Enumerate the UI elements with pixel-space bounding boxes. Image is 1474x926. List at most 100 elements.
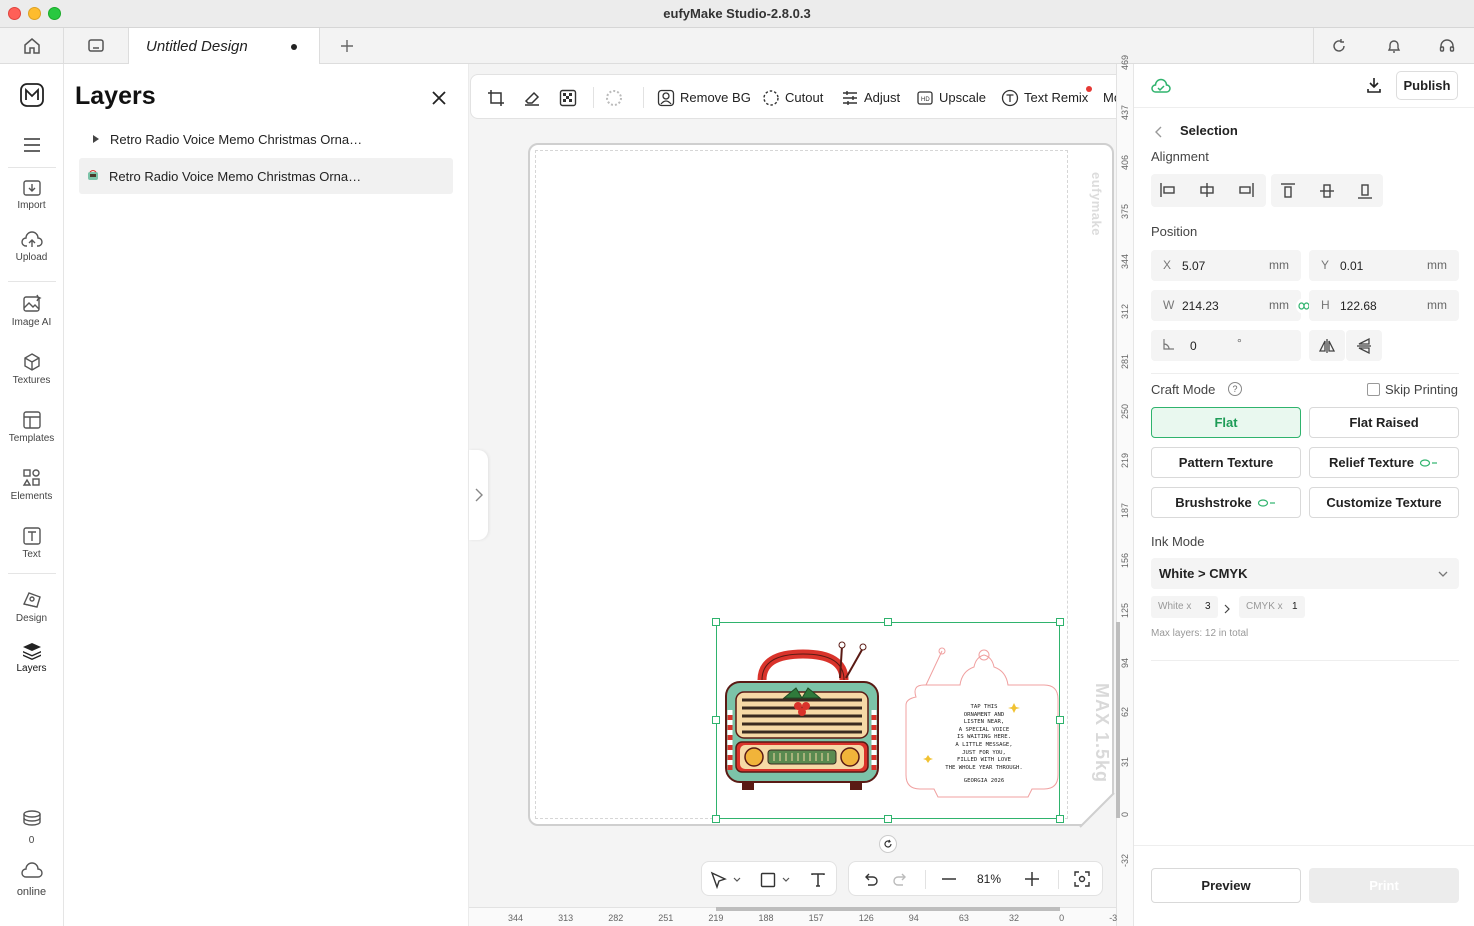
coin-badge-icon [1419,458,1437,467]
width-field[interactable]: W 214.23 mm [1151,290,1301,321]
sidebar-item-import[interactable]: Import [0,179,63,211]
align-left-button[interactable] [1159,182,1177,203]
ruler-scroll-thumb[interactable] [716,907,1060,911]
resize-handle-tr[interactable] [1056,618,1064,626]
sidebar-item-text[interactable]: Text [0,526,63,560]
zoom-in-button[interactable] [1024,870,1044,890]
ruler-scroll-thumb[interactable] [1116,622,1120,818]
x-label: X [1163,258,1172,272]
ruler-tick-label: 157 [808,913,824,923]
ruler-tick-label: 375 [1120,204,1130,220]
cutout-button[interactable]: Cutout [762,75,823,118]
adjust-button[interactable]: Adjust [841,75,900,118]
new-tab-icon[interactable] [335,34,359,58]
mode-flat-button[interactable]: Flat [1151,407,1301,438]
align-bottom-button[interactable] [1357,182,1373,205]
selection-box[interactable] [716,622,1060,819]
ruler-tick-label: -3 [1109,913,1118,923]
y-field[interactable]: Y 0.01 mm [1309,250,1459,281]
layer-row-selected[interactable]: Retro Radio Voice Memo Christmas Orna… [79,158,453,194]
sidebar-item-layers[interactable]: Layers [0,642,63,674]
layers-panel-title: Layers [75,82,156,110]
support-headset-icon[interactable] [1435,34,1459,58]
menu-icon[interactable] [0,138,63,152]
credits-indicator[interactable]: 0 [0,809,63,846]
zoom-out-button[interactable] [941,870,961,890]
zoom-level[interactable]: 81% [977,872,1001,886]
sidebar-item-image-ai[interactable]: Image AI [0,294,63,328]
mode-brushstroke-button[interactable]: Brushstroke [1151,487,1301,518]
board-watermark: eufymake [1089,172,1104,236]
resize-handle-bm[interactable] [884,815,892,823]
align-top-button[interactable] [1280,182,1296,205]
text-tool-button[interactable] [810,870,830,890]
resize-handle-br[interactable] [1056,815,1064,823]
help-icon[interactable]: ? [1228,382,1242,396]
transparency-button[interactable] [559,75,577,118]
mode-relief-texture-button[interactable]: Relief Texture [1309,447,1459,478]
print-button[interactable]: Print [1309,868,1459,903]
elements-icon [22,469,40,486]
sidebar-item-label: Design [15,613,48,624]
home-icon[interactable] [20,34,44,58]
remove-bg-button[interactable]: Remove BG [657,75,751,118]
expand-panel-button[interactable] [469,450,488,540]
y-value: 0.01 [1340,259,1364,273]
publish-button[interactable]: Publish [1396,71,1458,100]
flip-vertical-button[interactable] [1346,330,1382,361]
remove-bg-label: Remove BG [680,90,751,105]
fit-to-screen-button[interactable] [1073,870,1093,890]
selection-heading: Selection [1180,123,1238,138]
undo-button[interactable] [861,870,881,890]
bell-icon[interactable] [1382,34,1406,58]
align-middle-button[interactable] [1319,182,1335,205]
device-icon[interactable] [84,34,108,58]
mode-pattern-texture-button[interactable]: Pattern Texture [1151,447,1301,478]
rotation-field[interactable]: 0 ° [1151,330,1301,361]
ruler-tick-label: 313 [558,913,574,923]
pill-divider [1058,870,1059,889]
mode-customize-texture-button[interactable]: Customize Texture [1309,487,1459,518]
mode-flat-raised-button[interactable]: Flat Raised [1309,407,1459,438]
crop-button[interactable] [487,75,505,118]
rotate-handle-icon[interactable] [879,835,897,853]
refresh-icon[interactable] [1327,34,1351,58]
loading-button[interactable] [605,75,623,118]
upscale-button[interactable]: HD Upscale [916,75,986,118]
sidebar-item-design[interactable]: Design [0,590,63,624]
back-button[interactable] [1154,125,1162,143]
sidebar-item-textures[interactable]: Textures [0,352,63,386]
preview-button[interactable]: Preview [1151,868,1301,903]
eraser-button[interactable] [523,75,541,118]
flip-horizontal-button[interactable] [1309,330,1345,361]
connection-status[interactable]: online [0,862,63,898]
sidebar-item-elements[interactable]: Elements [0,468,63,502]
redo-button[interactable] [892,870,912,890]
sidebar-item-templates[interactable]: Templates [0,410,63,444]
ink-mode-select[interactable]: White > CMYK [1151,558,1459,589]
download-icon[interactable] [1366,77,1382,98]
select-tool-button[interactable] [710,870,746,890]
align-right-button[interactable] [1237,182,1255,203]
expand-triangle-icon[interactable] [92,132,108,147]
height-field[interactable]: H 122.68 mm [1309,290,1459,321]
resize-handle-tl[interactable] [712,618,720,626]
sidebar-item-upload[interactable]: Upload [0,231,63,263]
skip-printing-checkbox[interactable] [1367,383,1380,396]
cloud-sync-icon[interactable] [1151,78,1171,99]
fit-screen-icon [1074,871,1090,887]
close-icon[interactable] [431,90,449,108]
resize-handle-mr[interactable] [1056,716,1064,724]
align-center-h-button[interactable] [1198,182,1216,203]
skip-printing-label[interactable]: Skip Printing [1385,382,1458,397]
resize-handle-tm[interactable] [884,618,892,626]
resize-handle-ml[interactable] [712,716,720,724]
shape-tool-button[interactable] [760,870,796,890]
panel-divider [1134,845,1474,846]
ruler-tick-label: 219 [1120,453,1130,469]
text-remix-button[interactable]: Text Remix [1001,75,1093,118]
x-field[interactable]: X 5.07 mm [1151,250,1301,281]
tab-untitled-design[interactable]: Untitled Design [128,28,320,64]
resize-handle-bl[interactable] [712,815,720,823]
layer-group-row[interactable]: Retro Radio Voice Memo Christmas Orna… [79,121,453,157]
